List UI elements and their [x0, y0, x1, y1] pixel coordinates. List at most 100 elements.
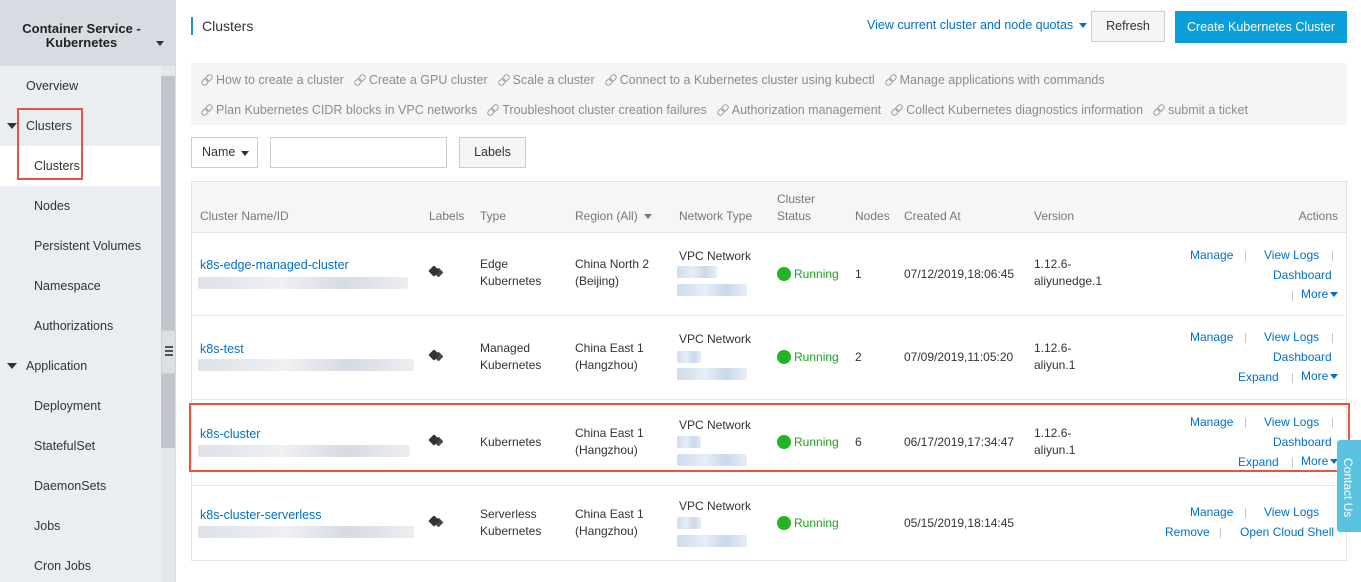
- sidebar-item-deployment[interactable]: Deployment: [0, 386, 160, 426]
- sidebar-item-statefulset[interactable]: StatefulSet: [0, 426, 160, 466]
- sidebar-item-label: Jobs: [34, 519, 61, 533]
- view-logs-link[interactable]: View Logs: [1264, 504, 1319, 521]
- divider: [1332, 418, 1333, 428]
- more-dropdown[interactable]: More: [1301, 286, 1339, 303]
- labels-button[interactable]: Labels: [459, 137, 526, 168]
- manage-link[interactable]: Manage: [1190, 247, 1233, 264]
- manage-link[interactable]: Manage: [1190, 329, 1233, 346]
- sidebar-item-authorizations[interactable]: Authorizations: [0, 306, 160, 346]
- column-header-type: Type: [480, 209, 507, 223]
- view-logs-link[interactable]: View Logs: [1264, 247, 1319, 264]
- sidebar-item-label: Application: [26, 359, 88, 373]
- divider: [1245, 251, 1246, 261]
- help-link[interactable]: Plan Kubernetes CIDR blocks in VPC netwo…: [201, 100, 477, 120]
- remove-link[interactable]: Remove: [1165, 524, 1210, 541]
- sidebar-item-label: DaemonSets: [34, 479, 107, 493]
- link-icon: [891, 104, 902, 115]
- collapse-sidebar-handle[interactable]: [161, 330, 176, 374]
- help-link[interactable]: Manage applications with commands: [885, 70, 1105, 90]
- cluster-region: China East 1 (Hangzhou): [575, 341, 644, 372]
- tag-icon[interactable]: [430, 517, 442, 527]
- search-field-select[interactable]: Name: [191, 137, 258, 168]
- cluster-name-link[interactable]: k8s-edge-managed-cluster: [200, 257, 349, 274]
- chevron-down-icon: [643, 214, 652, 220]
- expand-link[interactable]: Expand: [1238, 454, 1279, 471]
- sidebar-item-nodes[interactable]: Nodes: [0, 186, 160, 226]
- refresh-button[interactable]: Refresh: [1091, 11, 1165, 42]
- status-badge: Running: [777, 349, 839, 366]
- vpc-id-redacted: [677, 517, 701, 529]
- cluster-name-link[interactable]: k8s-cluster-serverless: [200, 507, 322, 524]
- page-title: Clusters: [191, 17, 253, 35]
- sidebar-group-clusters[interactable]: Clusters: [0, 106, 160, 146]
- sidebar-group-application[interactable]: Application: [0, 346, 160, 386]
- dashboard-link[interactable]: Dashboard: [1273, 434, 1332, 451]
- contact-us-tab[interactable]: Contact Us: [1337, 440, 1361, 532]
- open-cloud-shell-link[interactable]: Open Cloud Shell: [1240, 524, 1334, 541]
- help-link[interactable]: submit a ticket: [1153, 100, 1248, 120]
- help-link[interactable]: Create a GPU cluster: [354, 70, 488, 90]
- tag-icon[interactable]: [430, 267, 442, 277]
- expand-link[interactable]: Expand: [1238, 369, 1279, 386]
- created-at: 07/12/2019,18:06:45: [904, 267, 1015, 281]
- create-cluster-button[interactable]: Create Kubernetes Cluster: [1175, 11, 1347, 43]
- dashboard-link[interactable]: Dashboard: [1273, 349, 1332, 366]
- manage-link[interactable]: Manage: [1190, 504, 1233, 521]
- cluster-name-link[interactable]: k8s-cluster: [200, 426, 260, 443]
- more-dropdown[interactable]: More: [1301, 453, 1339, 470]
- divider: [1245, 418, 1246, 428]
- cluster-id-redacted: [198, 277, 408, 289]
- search-input[interactable]: [270, 137, 447, 168]
- help-link[interactable]: Troubleshoot cluster creation failures: [487, 100, 707, 120]
- tag-icon[interactable]: [430, 436, 442, 446]
- status-badge: Running: [777, 434, 839, 451]
- sidebar: Container Service - Kubernetes Overview …: [0, 0, 176, 582]
- sidebar-scrollbar[interactable]: [161, 66, 175, 582]
- sidebar-item-label: Namespace: [34, 279, 101, 293]
- cluster-name-link[interactable]: k8s-test: [200, 341, 244, 358]
- help-link[interactable]: How to create a cluster: [201, 70, 344, 90]
- sidebar-item-persistent-volumes[interactable]: Persistent Volumes: [0, 226, 160, 266]
- status-running-icon: [777, 350, 791, 364]
- network-type: VPC Network: [679, 499, 752, 513]
- link-icon: [487, 104, 498, 115]
- product-switcher[interactable]: Container Service - Kubernetes: [0, 0, 175, 66]
- view-logs-link[interactable]: View Logs: [1264, 329, 1319, 346]
- more-dropdown[interactable]: More: [1301, 368, 1339, 385]
- divider: [1332, 333, 1333, 343]
- quota-dropdown-link[interactable]: View current cluster and node quotas: [867, 18, 1088, 32]
- cluster-region: China East 1 (Hangzhou): [575, 507, 644, 538]
- node-count: 1: [855, 267, 862, 281]
- sidebar-item-overview[interactable]: Overview: [0, 66, 160, 106]
- divider: [1292, 458, 1293, 468]
- manage-link[interactable]: Manage: [1190, 414, 1233, 431]
- cluster-id-redacted: [198, 445, 410, 457]
- column-header-name: Cluster Name/ID: [200, 209, 289, 223]
- scrollbar-thumb[interactable]: [161, 76, 175, 448]
- column-header-region[interactable]: Region (All): [575, 208, 652, 225]
- view-logs-link[interactable]: View Logs: [1264, 414, 1319, 431]
- table-row: k8s-cluster-serverless Serverless Kuberne…: [192, 486, 1346, 560]
- status-badge: Running: [777, 266, 839, 283]
- table-row: k8s-edge-managed-cluster Edge Kubernetes …: [192, 234, 1346, 316]
- vswitch-id-redacted: [677, 535, 747, 547]
- sidebar-item-cron-jobs[interactable]: Cron Jobs: [0, 546, 160, 582]
- help-link[interactable]: Connect to a Kubernetes cluster using ku…: [605, 70, 875, 90]
- vpc-id-redacted: [677, 351, 701, 363]
- column-header-actions: Actions: [1298, 209, 1338, 223]
- help-link[interactable]: Authorization management: [717, 100, 881, 120]
- help-link[interactable]: Scale a cluster: [498, 70, 595, 90]
- sidebar-item-label: StatefulSet: [34, 439, 96, 453]
- sidebar-item-jobs[interactable]: Jobs: [0, 506, 160, 546]
- help-link[interactable]: Collect Kubernetes diagnostics informati…: [891, 100, 1143, 120]
- table-row: k8s-test Managed Kubernetes China East 1(…: [192, 316, 1346, 400]
- cluster-type: Kubernetes: [480, 435, 542, 449]
- contact-us-label: Contact Us: [1341, 458, 1355, 518]
- sidebar-item-daemonsets[interactable]: DaemonSets: [0, 466, 160, 506]
- link-icon: [498, 74, 509, 85]
- dashboard-link[interactable]: Dashboard: [1273, 267, 1332, 284]
- sidebar-item-namespace[interactable]: Namespace: [0, 266, 160, 306]
- tag-icon[interactable]: [430, 351, 442, 361]
- expand-triangle-icon: [7, 363, 17, 369]
- sidebar-item-clusters[interactable]: Clusters: [0, 146, 160, 186]
